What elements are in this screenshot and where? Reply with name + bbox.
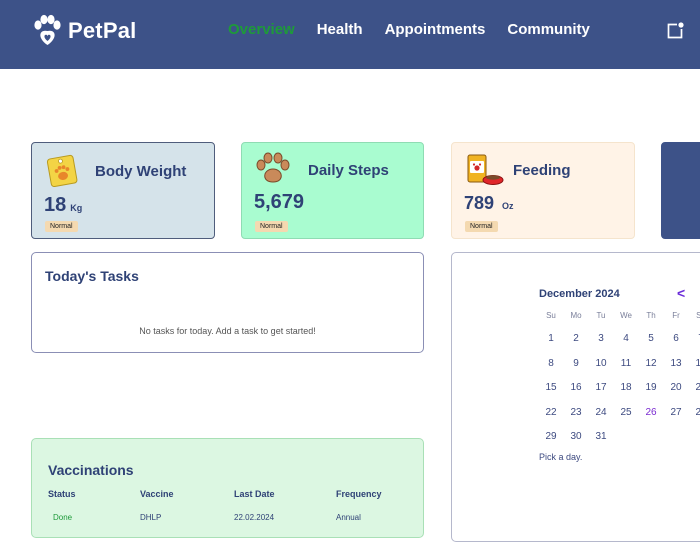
calendar-day[interactable]: 3	[591, 333, 611, 344]
calendar-day[interactable]: 4	[616, 333, 636, 344]
calendar-day[interactable]: 17	[591, 382, 611, 393]
calendar-month-label: December 2024	[539, 288, 620, 300]
vacc-header-last-date: Last Date	[234, 489, 275, 499]
feeding-status-badge: Normal	[465, 221, 498, 232]
vacc-row-last-date: 22.02.2024	[234, 513, 275, 522]
vacc-header-frequency: Frequency	[336, 489, 382, 499]
chevron-left-icon[interactable]: <	[677, 285, 685, 301]
pet-food-icon	[465, 151, 505, 194]
vaccinations-panel: Vaccinations Status Vaccine Last Date Fr…	[31, 438, 424, 538]
vacc-header-status: Status	[48, 489, 76, 499]
feeding-value: 789 Oz	[464, 193, 514, 213]
calendar-weekday: We	[620, 311, 632, 320]
calendar-weekday: Mo	[570, 311, 582, 320]
top-navigation-bar: PetPal Overview Health Appointments Comm…	[0, 0, 700, 69]
nav-community[interactable]: Community	[507, 21, 590, 38]
daily-steps-card[interactable]: Daily Steps 5,679 Normal	[241, 142, 424, 239]
vacc-row-vaccine: DHLP	[140, 513, 162, 522]
tasks-empty-message: No tasks for today. Add a task to get st…	[139, 326, 316, 336]
feeding-title: Feeding	[513, 162, 571, 179]
calendar-day[interactable]: 31	[591, 431, 611, 442]
weight-tag-icon	[44, 151, 80, 194]
calendar-day[interactable]: 19	[641, 382, 661, 393]
calendar-day[interactable]: 13	[666, 358, 686, 369]
body-weight-unit: Kg	[70, 203, 83, 213]
calendar-day[interactable]: 29	[541, 431, 561, 442]
calendar-day[interactable]: 12	[641, 358, 661, 369]
calendar-hint: Pick a day.	[539, 452, 583, 462]
feeding-card[interactable]: Feeding 789 Oz Normal	[451, 142, 635, 239]
calendar-panel: December 2024 < SuMoTuWeThFrSa1234567891…	[451, 252, 700, 542]
calendar-day[interactable]: 11	[616, 358, 636, 369]
calendar-weekday: Tu	[596, 311, 606, 320]
calendar-day[interactable]: 30	[566, 431, 586, 442]
calendar-day-today[interactable]: 26	[641, 407, 661, 418]
calendar-day[interactable]: 25	[616, 407, 636, 418]
calendar-day[interactable]: 7	[691, 333, 700, 344]
calendar-day[interactable]: 22	[541, 407, 561, 418]
calendar-day[interactable]: 9	[566, 358, 586, 369]
calendar-day[interactable]: 10	[591, 358, 611, 369]
body-weight-card[interactable]: Body Weight 18 Kg Normal	[31, 142, 215, 239]
fourth-stat-card[interactable]	[661, 142, 700, 239]
daily-steps-status-badge: Normal	[255, 221, 288, 232]
calendar-day[interactable]: 15	[541, 382, 561, 393]
calendar-weekday: Fr	[672, 311, 680, 320]
vacc-row-frequency: Annual	[336, 513, 361, 522]
vaccinations-title: Vaccinations	[48, 462, 134, 478]
vacc-header-vaccine: Vaccine	[140, 489, 174, 499]
paw-icon	[255, 152, 291, 189]
calendar-weekday: Sa	[696, 311, 700, 320]
todays-tasks-panel: Today's Tasks No tasks for today. Add a …	[31, 252, 424, 353]
app-logo[interactable]: PetPal	[30, 14, 136, 48]
nav-overview[interactable]: Overview	[228, 21, 295, 38]
calendar-day[interactable]: 6	[666, 333, 686, 344]
paw-heart-icon	[30, 14, 64, 48]
calendar-day[interactable]: 2	[566, 333, 586, 344]
calendar-day[interactable]: 14	[691, 358, 700, 369]
notification-icon[interactable]	[666, 22, 684, 40]
body-weight-title: Body Weight	[95, 163, 187, 180]
calendar-day[interactable]: 5	[641, 333, 661, 344]
nav-health[interactable]: Health	[317, 21, 363, 38]
calendar-day[interactable]: 24	[591, 407, 611, 418]
calendar-day[interactable]: 27	[666, 407, 686, 418]
tasks-title: Today's Tasks	[45, 268, 139, 284]
calendar-day[interactable]: 23	[566, 407, 586, 418]
calendar-day[interactable]: 1	[541, 333, 561, 344]
feeding-unit: Oz	[502, 201, 514, 211]
calendar-day[interactable]: 18	[616, 382, 636, 393]
nav-appointments[interactable]: Appointments	[385, 21, 486, 38]
app-name: PetPal	[68, 18, 137, 43]
calendar-day[interactable]: 16	[566, 382, 586, 393]
calendar-day[interactable]: 21	[691, 382, 700, 393]
calendar-day[interactable]: 8	[541, 358, 561, 369]
body-weight-status-badge: Normal	[45, 221, 78, 232]
calendar-day[interactable]: 20	[666, 382, 686, 393]
daily-steps-title: Daily Steps	[308, 162, 389, 179]
calendar-weekday: Su	[546, 311, 556, 320]
calendar-weekday: Th	[646, 311, 656, 320]
vacc-row-status: Done	[53, 513, 73, 522]
daily-steps-value: 5,679	[254, 191, 305, 213]
calendar-day[interactable]: 28	[691, 407, 700, 418]
main-nav: Overview Health Appointments Community	[228, 21, 612, 38]
body-weight-value: 18 Kg	[44, 194, 83, 216]
